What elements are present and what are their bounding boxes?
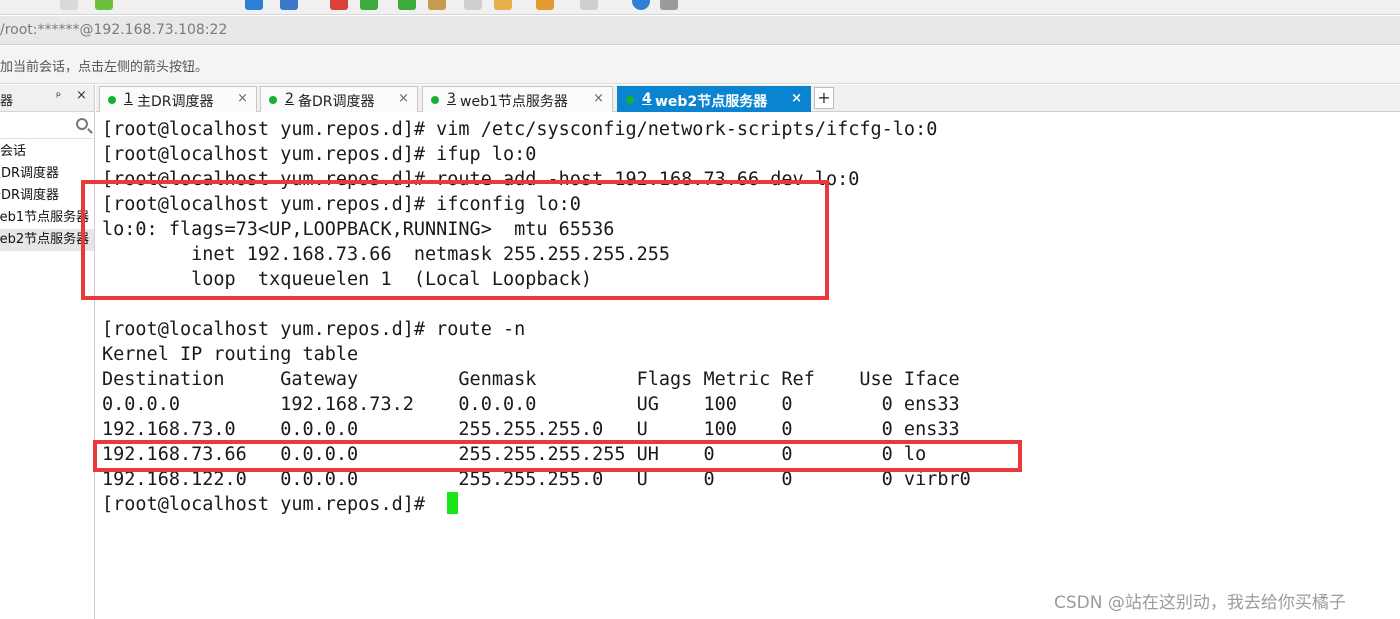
toolbar-help-icon[interactable] xyxy=(632,0,650,10)
tab-label: web2节点服务器 xyxy=(655,94,768,110)
hint-bar: 加当前会话，点击左侧的箭头按钮。 xyxy=(0,46,1400,84)
toolbar-download-icon[interactable] xyxy=(398,0,416,10)
terminal-cursor xyxy=(447,492,459,514)
highlight-box-ifconfig xyxy=(81,180,829,300)
tab-number: 3 xyxy=(447,91,456,107)
hint-text: 加当前会话，点击左侧的箭头按钮。 xyxy=(0,60,209,75)
toolbar-font-icon[interactable] xyxy=(280,0,298,10)
session-item-all[interactable]: 会话 xyxy=(0,141,94,163)
address-bar[interactable]: /root:******@192.168.73.108:22 xyxy=(0,16,1400,45)
toolbar-keyboard-icon[interactable] xyxy=(464,0,482,10)
highlight-box-route xyxy=(93,440,1022,472)
tab-number: 2 xyxy=(285,91,294,107)
tab-number: 4 xyxy=(642,91,652,107)
status-dot xyxy=(431,96,439,104)
session-search[interactable] xyxy=(0,113,94,139)
tab-backup-dr[interactable]: 2 备DR调度器 × xyxy=(260,86,418,112)
watermark: CSDN @站在这别动，我去给你买橘子 xyxy=(1054,593,1346,613)
session-panel-header: 器 ᵖ × xyxy=(0,85,94,112)
terminal-line: [root@localhost yum.repos.d]# vim /etc/s… xyxy=(102,119,938,140)
terminal-line: [root@localhost yum.repos.d]# route -n xyxy=(102,319,526,340)
status-dot xyxy=(269,96,277,104)
toolbar xyxy=(0,0,1400,15)
status-dot xyxy=(108,96,116,104)
terminal-prompt-line: [root@localhost yum.repos.d]# xyxy=(102,492,971,517)
pin-icon[interactable]: ᵖ xyxy=(56,89,61,103)
tab-bar: 1 主DR调度器 × 2 备DR调度器 × 3 web1节点服务器 × 4 we… xyxy=(96,85,1400,112)
status-dot xyxy=(626,96,634,104)
toolbar-globe-icon[interactable] xyxy=(245,0,263,10)
toolbar-transfer-icon[interactable] xyxy=(360,0,378,10)
tab-close-icon[interactable]: × xyxy=(791,91,802,106)
session-panel: 器 ᵖ × 会话 主DR调度器 备DR调度器 web1节点服务器 web2节点服… xyxy=(0,85,95,619)
toolbar-gear-icon[interactable] xyxy=(95,0,113,10)
toolbar-stop-icon[interactable] xyxy=(330,0,348,10)
terminal-line: 192.168.73.0 0.0.0.0 255.255.255.0 U 100… xyxy=(102,419,960,440)
tab-number: 1 xyxy=(124,91,133,107)
panel-close-icon[interactable]: × xyxy=(76,88,87,103)
tab-label: 主DR调度器 xyxy=(137,94,214,110)
terminal-line: Kernel IP routing table xyxy=(102,344,359,365)
tab-master-dr[interactable]: 1 主DR调度器 × xyxy=(99,86,257,112)
address-text: /root:******@192.168.73.108:22 xyxy=(0,22,228,38)
tab-label: 备DR调度器 xyxy=(298,94,375,110)
terminal-line: [root@localhost yum.repos.d]# ifup lo:0 xyxy=(102,144,537,165)
session-panel-title: 器 xyxy=(0,94,14,109)
terminal-prompt: [root@localhost yum.repos.d]# xyxy=(102,494,437,515)
toolbar-tool-icon[interactable] xyxy=(60,0,78,10)
toolbar-file-icon[interactable] xyxy=(428,0,446,10)
toolbar-folder-icon[interactable] xyxy=(536,0,554,10)
terminal-line: 0.0.0.0 192.168.73.2 0.0.0.0 UG 100 0 0 … xyxy=(102,394,960,415)
tab-web1[interactable]: 3 web1节点服务器 × xyxy=(422,86,613,112)
toolbar-lock-icon[interactable] xyxy=(494,0,512,10)
tab-web2[interactable]: 4 web2节点服务器 × xyxy=(617,86,811,112)
toolbar-window-icon[interactable] xyxy=(580,0,598,10)
tab-close-icon[interactable]: × xyxy=(237,91,248,106)
search-icon[interactable] xyxy=(76,118,88,130)
tab-label: web1节点服务器 xyxy=(460,94,568,110)
toolbar-chat-icon[interactable] xyxy=(660,0,678,10)
new-tab-button[interactable]: + xyxy=(814,87,834,109)
terminal-line: Destination Gateway Genmask Flags Metric… xyxy=(102,369,960,390)
tab-close-icon[interactable]: × xyxy=(593,91,604,106)
tab-close-icon[interactable]: × xyxy=(398,91,409,106)
